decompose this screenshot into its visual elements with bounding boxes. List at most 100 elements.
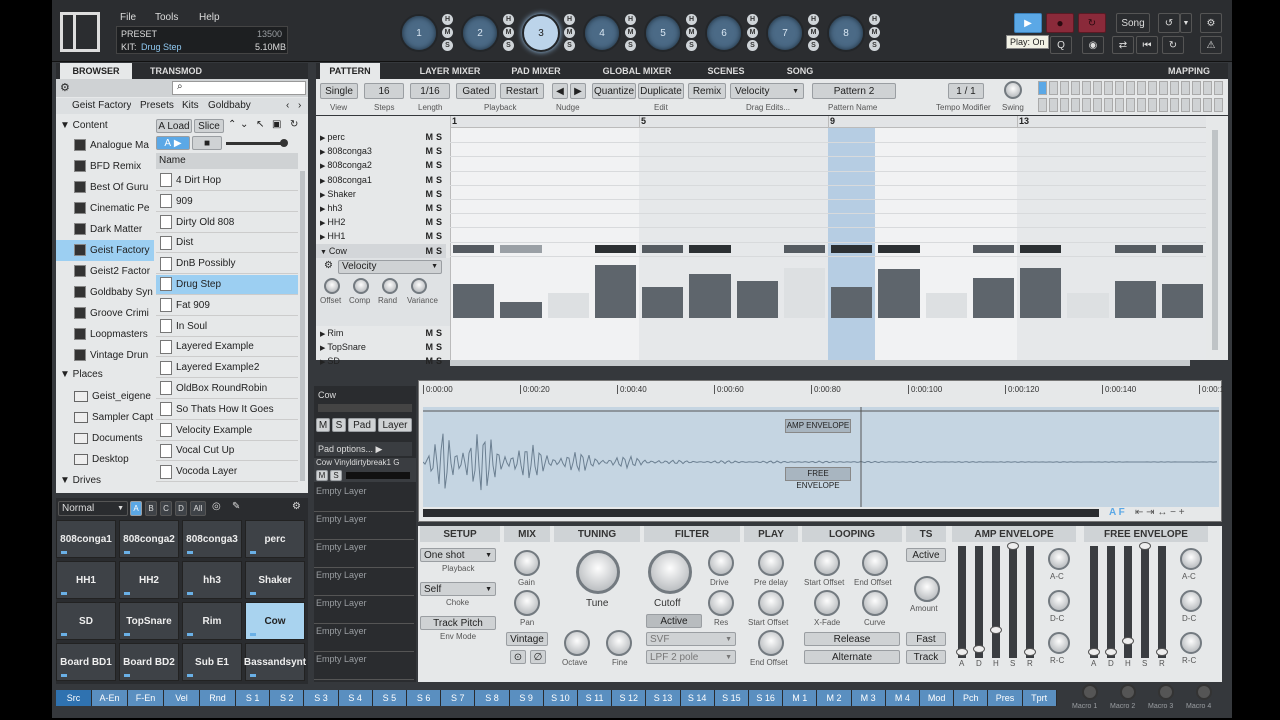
layer-mute-button[interactable]: M bbox=[316, 418, 330, 432]
envelope-h-slider[interactable] bbox=[992, 546, 1000, 658]
preview-volume-slider[interactable] bbox=[226, 139, 288, 147]
mod-tab-m1[interactable]: M 1 bbox=[783, 690, 818, 706]
pad-button[interactable]: Board BD1 bbox=[56, 643, 116, 681]
macro-3-knob[interactable] bbox=[1158, 684, 1174, 700]
top-pad-7-s-button[interactable]: S bbox=[808, 40, 819, 51]
empty-layer-slot[interactable]: Empty Layer bbox=[314, 568, 414, 596]
track-mute-solo[interactable]: MS bbox=[425, 173, 442, 187]
step-cell[interactable] bbox=[594, 244, 636, 253]
track-row[interactable]: ▶ HH1 M S bbox=[316, 229, 446, 243]
empty-layer-slot[interactable]: Empty Layer bbox=[314, 484, 414, 512]
undo-dropdown[interactable]: ▼ bbox=[1180, 13, 1192, 33]
pad-button[interactable]: hh3 bbox=[182, 561, 242, 599]
loop-end-knob[interactable] bbox=[862, 550, 888, 576]
slice-button[interactable]: Slice bbox=[194, 119, 224, 133]
pattern-slot[interactable] bbox=[1214, 98, 1223, 112]
slider-handle[interactable] bbox=[1007, 542, 1019, 550]
bank-d-button[interactable]: D bbox=[175, 501, 187, 516]
pre-delay-knob[interactable] bbox=[758, 550, 784, 576]
track-mute-solo[interactable]: MS bbox=[425, 158, 442, 172]
stop-button[interactable]: ■ bbox=[192, 136, 222, 150]
pattern-slot[interactable] bbox=[1170, 81, 1179, 95]
track-row[interactable]: ▶ Shaker M S bbox=[316, 187, 446, 201]
tree-item[interactable]: Loopmasters bbox=[56, 324, 154, 345]
free-a-c-knob[interactable] bbox=[1180, 548, 1202, 570]
top-pad-2-h-button[interactable]: H bbox=[503, 14, 514, 25]
track-pitch-button[interactable]: Track Pitch bbox=[420, 616, 496, 630]
mod-tab-vel[interactable]: Vel bbox=[164, 690, 200, 706]
pad-button[interactable]: 808conga1 bbox=[56, 520, 116, 558]
af-toggle[interactable]: A F bbox=[1109, 507, 1125, 518]
velocity-comp-knob[interactable] bbox=[353, 277, 369, 294]
top-pad-4-m-button[interactable]: M bbox=[625, 27, 636, 38]
mod-tab-s5[interactable]: S 5 bbox=[372, 690, 407, 706]
filter-active-button[interactable]: Active bbox=[646, 614, 702, 628]
mod-tab-s11[interactable]: S 11 bbox=[578, 690, 613, 706]
velocity-bar[interactable] bbox=[1161, 283, 1203, 318]
top-pad-1[interactable]: 1 bbox=[400, 14, 438, 52]
ts-fast-button[interactable]: Fast bbox=[906, 632, 946, 646]
nudge-left-button[interactable]: ◀ bbox=[552, 83, 568, 99]
amp-envelope-tag[interactable]: AMP ENVELOPE bbox=[785, 419, 851, 433]
tree-item[interactable]: Best Of Guru bbox=[56, 177, 154, 198]
remix-button[interactable]: Remix bbox=[688, 83, 726, 99]
mod-tab-a-en[interactable]: A-En bbox=[92, 690, 128, 706]
file-item[interactable]: OldBox RoundRobin bbox=[156, 379, 298, 399]
mod-tab-pres[interactable]: Pres bbox=[988, 690, 1023, 706]
slider-handle[interactable] bbox=[973, 645, 985, 654]
undo-button[interactable]: ↺ bbox=[1158, 13, 1180, 33]
tab-global-mixer[interactable]: GLOBAL MIXER bbox=[584, 63, 690, 79]
envelope-s-slider[interactable] bbox=[1009, 546, 1017, 658]
pad-button[interactable]: perc bbox=[245, 520, 305, 558]
step-cell[interactable] bbox=[1020, 244, 1062, 253]
top-pad-6-m-button[interactable]: M bbox=[747, 27, 758, 38]
file-list-scrollbar[interactable] bbox=[300, 171, 305, 481]
pad-button[interactable]: HH1 bbox=[56, 561, 116, 599]
mod-tab-s6[interactable]: S 6 bbox=[407, 690, 442, 706]
top-pad-3-m-button[interactable]: M bbox=[564, 27, 575, 38]
xfade-knob[interactable] bbox=[814, 590, 840, 616]
swing-knob[interactable] bbox=[1004, 81, 1022, 99]
pattern-slot[interactable] bbox=[1071, 98, 1080, 112]
macro-4-knob[interactable] bbox=[1196, 684, 1212, 700]
redo-button[interactable]: ↻ bbox=[1162, 36, 1184, 54]
track-mute-solo[interactable]: MS bbox=[425, 326, 442, 340]
pattern-slot[interactable] bbox=[1126, 81, 1135, 95]
file-item[interactable]: Layered Example bbox=[156, 337, 298, 358]
browser-search-input[interactable]: ⌕ bbox=[172, 81, 306, 95]
layer-1-mute[interactable]: M bbox=[316, 470, 328, 481]
chevron-up-icon[interactable]: ⌃ bbox=[228, 119, 236, 130]
velocity-offset-knob[interactable] bbox=[324, 277, 340, 294]
track-row[interactable]: ▶ 808conga3 M S bbox=[316, 144, 446, 158]
tree-item[interactable]: BFD Remix bbox=[56, 156, 154, 177]
track-mute-solo[interactable]: MS bbox=[425, 244, 442, 258]
pad-button[interactable]: HH2 bbox=[119, 561, 179, 599]
tree-item[interactable]: Analogue Ma bbox=[56, 135, 154, 156]
mod-tab-s12[interactable]: S 12 bbox=[612, 690, 647, 706]
mod-tab-mod[interactable]: Mod bbox=[920, 690, 955, 706]
choke-select[interactable]: Self ▼ bbox=[420, 582, 496, 596]
macro-2-knob[interactable] bbox=[1120, 684, 1136, 700]
waveform-overview[interactable] bbox=[423, 509, 1099, 517]
tab-song[interactable]: SONG bbox=[772, 63, 828, 79]
velocity-rand-knob[interactable] bbox=[382, 277, 398, 294]
tree-item[interactable]: Groove Crimi bbox=[56, 303, 154, 324]
free-envelope-tag[interactable]: FREE ENVELOPE bbox=[785, 467, 851, 490]
tab-transmod[interactable]: TRANSMOD bbox=[136, 63, 216, 79]
step-grid[interactable]: 1 5 9 13 bbox=[450, 116, 1206, 360]
mod-tab-s9[interactable]: S 9 bbox=[509, 690, 544, 706]
top-pad-6-s-button[interactable]: S bbox=[747, 40, 758, 51]
pattern-slot[interactable] bbox=[1060, 81, 1069, 95]
top-pad-8-m-button[interactable]: M bbox=[869, 27, 880, 38]
place-item[interactable]: Geist_eigene bbox=[56, 386, 154, 407]
mod-tab-s10[interactable]: S 10 bbox=[543, 690, 578, 706]
step-cell[interactable] bbox=[642, 244, 684, 253]
tab-pattern[interactable]: PATTERN bbox=[320, 63, 380, 79]
velocity-bar[interactable] bbox=[972, 277, 1014, 318]
mod-tab-s13[interactable]: S 13 bbox=[646, 690, 681, 706]
track-mute-solo[interactable]: MS bbox=[425, 201, 442, 215]
chevron-down-icon[interactable]: ⌄ bbox=[240, 119, 248, 130]
drive-knob[interactable] bbox=[708, 550, 734, 576]
gear-icon[interactable]: ⚙ bbox=[292, 501, 301, 512]
macro-1-knob[interactable] bbox=[1082, 684, 1098, 700]
